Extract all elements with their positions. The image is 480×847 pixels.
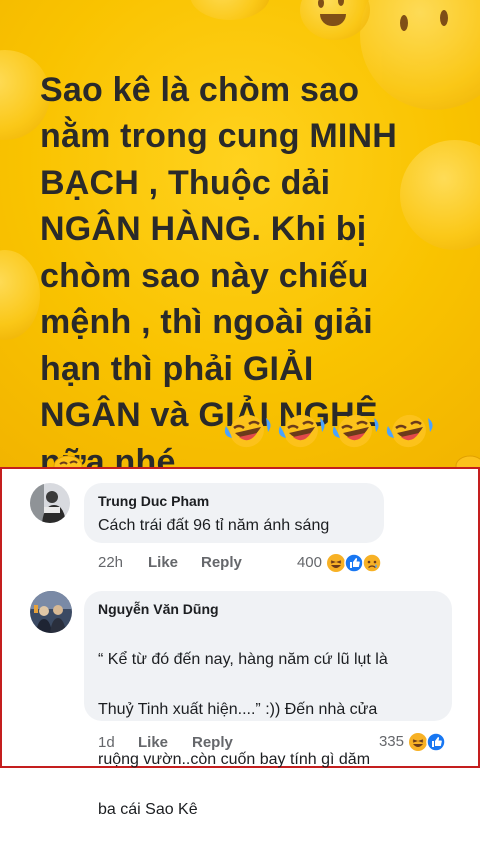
haha-icon[interactable] — [408, 732, 428, 752]
laughing-emoji-row — [222, 410, 434, 450]
user-photo-icon — [30, 483, 70, 523]
like-button[interactable]: Like — [148, 554, 178, 571]
laughing-emoji — [332, 414, 379, 448]
like-icon[interactable] — [344, 553, 364, 573]
laughing-emoji — [386, 414, 433, 448]
reaction-count[interactable]: 400 — [272, 554, 322, 571]
post-text-line: chòm sao này chiếu — [40, 256, 369, 295]
like-icon[interactable] — [426, 732, 446, 752]
post-text-line: NGÂN HÀNG. Khi bị — [40, 210, 367, 248]
avatar[interactable] — [30, 591, 72, 633]
comment-author[interactable]: Nguyễn Văn Dũng — [98, 601, 219, 617]
post-text-line: BẠCH , Thuộc dải — [40, 163, 331, 202]
emoji-background-decoration — [53, 455, 480, 468]
sad-icon[interactable] — [362, 553, 382, 573]
comment-text-line: Thuỷ Tinh xuất hiện....” :)) Đến nhà cửa — [98, 701, 378, 718]
post-text-line: Sao kê là chòm sao — [40, 70, 360, 109]
post-text-line: nằm trong cung MINH — [40, 117, 397, 155]
comment-time[interactable]: 1d — [98, 734, 115, 751]
comment-text: Cách trái đất 96 tỉ năm ánh sáng — [98, 517, 330, 534]
emoji-background-decoration — [190, 0, 270, 20]
emoji-background-decoration — [0, 250, 40, 340]
laughing-emoji — [224, 414, 271, 448]
comment-text-line: “ Kể từ đó đến nay, hàng năm cứ lũ lụt l… — [98, 651, 388, 668]
post-text: Sao kê là chòm sao nằm trong cung MINH B… — [40, 20, 445, 469]
comment-time[interactable]: 22h — [98, 554, 123, 571]
comment-text-line: ba cái Sao Kê — [98, 801, 198, 818]
haha-icon[interactable] — [326, 553, 346, 573]
reaction-count[interactable]: 335 — [354, 733, 404, 750]
like-button[interactable]: Like — [138, 734, 168, 751]
status-post: Sao kê là chòm sao nằm trong cung MINH B… — [0, 0, 480, 468]
comment-author[interactable]: Trung Duc Pham — [98, 493, 209, 509]
post-text-line: hạn thì phải GIẢI — [40, 349, 314, 388]
avatar[interactable] — [30, 483, 70, 523]
post-text-line: mệnh , thì ngoài giải — [40, 303, 373, 341]
reply-button[interactable]: Reply — [201, 554, 242, 571]
laughing-emoji — [278, 414, 325, 448]
reply-button[interactable]: Reply — [192, 734, 233, 751]
user-photo-icon — [30, 591, 72, 633]
comments-panel: Trung Duc Pham Cách trái đất 96 tỉ năm á… — [0, 467, 480, 818]
